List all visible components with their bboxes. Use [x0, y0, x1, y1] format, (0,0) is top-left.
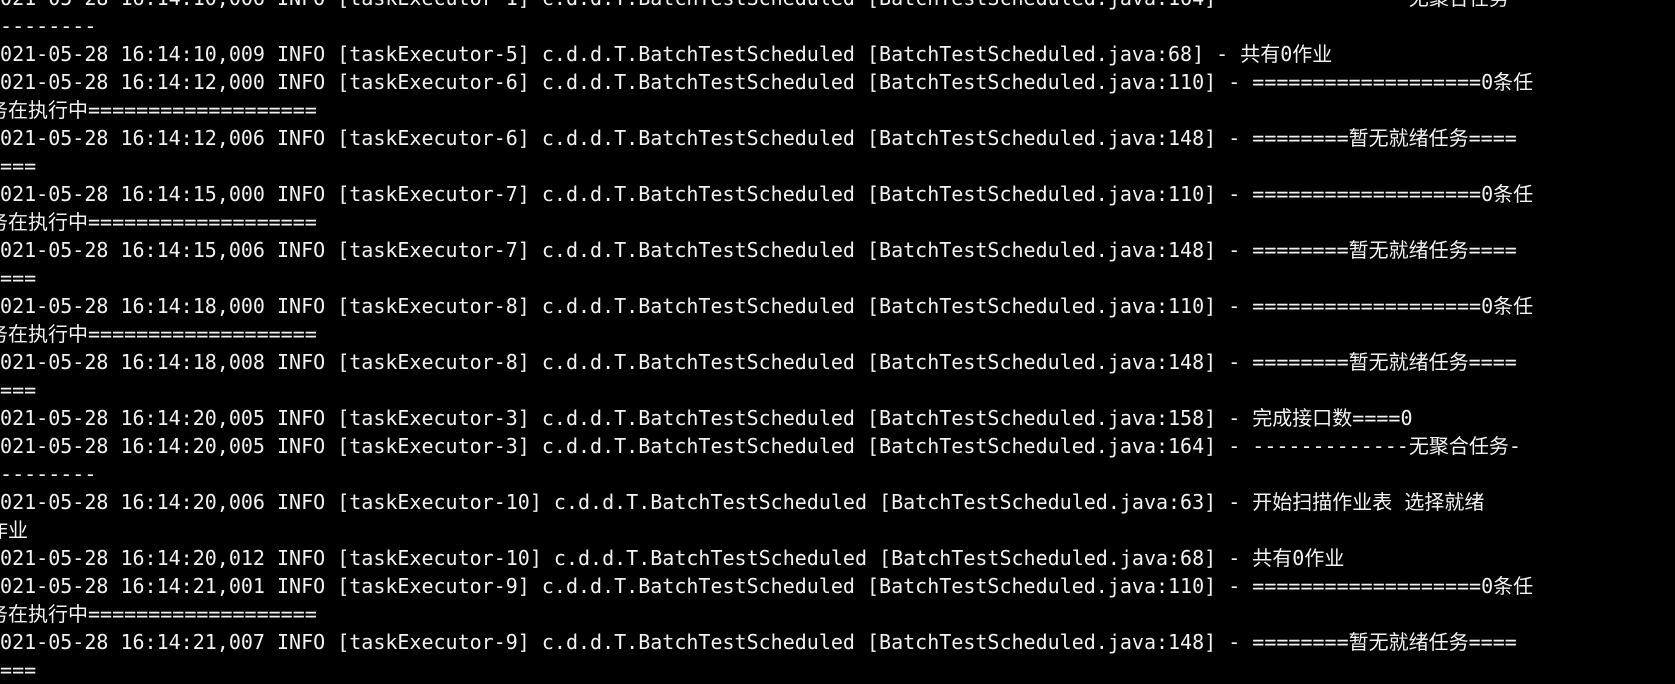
log-line: 2021-05-28 16:14:20,006 INFO [taskExecut…	[0, 490, 1485, 514]
log-line: ====	[0, 154, 37, 178]
log-output: 2021-05-28 16:14:10,006 INFO [taskExecut…	[0, 0, 1675, 684]
log-line: ====	[0, 378, 37, 402]
log-line: 2021-05-28 16:14:18,000 INFO [taskExecut…	[0, 294, 1534, 318]
log-line: ---------	[0, 14, 97, 38]
log-line: 作业	[0, 518, 28, 542]
log-line: 2021-05-28 16:14:12,000 INFO [taskExecut…	[0, 70, 1534, 94]
log-line: 2021-05-28 16:14:18,008 INFO [taskExecut…	[0, 350, 1517, 374]
log-line: 务在执行中===================	[0, 210, 317, 234]
console-window[interactable]: 2021-05-28 16:14:10,006 INFO [taskExecut…	[0, 0, 1675, 684]
log-line: 2021-05-28 16:14:15,000 INFO [taskExecut…	[0, 182, 1534, 206]
log-line: ====	[0, 658, 37, 682]
log-line: 2021-05-28 16:14:10,009 INFO [taskExecut…	[0, 42, 1333, 66]
log-line: 2021-05-28 16:14:20,005 INFO [taskExecut…	[0, 434, 1521, 458]
log-line: 务在执行中===================	[0, 98, 317, 122]
log-line: 2021-05-28 16:14:21,007 INFO [taskExecut…	[0, 630, 1517, 654]
log-line: 2021-05-28 16:14:20,005 INFO [taskExecut…	[0, 406, 1413, 430]
log-line: 务在执行中===================	[0, 322, 317, 346]
log-line: 2021-05-28 16:14:10,006 INFO [taskExecut…	[0, 0, 1675, 12]
log-line: 2021-05-28 16:14:21,001 INFO [taskExecut…	[0, 574, 1534, 598]
log-line: 2021-05-28 16:14:12,006 INFO [taskExecut…	[0, 126, 1517, 150]
log-line: ---------	[0, 462, 97, 486]
log-line: 务在执行中===================	[0, 602, 317, 626]
log-line: ====	[0, 266, 37, 290]
log-line: 2021-05-28 16:14:20,012 INFO [taskExecut…	[0, 546, 1345, 570]
log-line: 2021-05-28 16:14:15,006 INFO [taskExecut…	[0, 238, 1517, 262]
